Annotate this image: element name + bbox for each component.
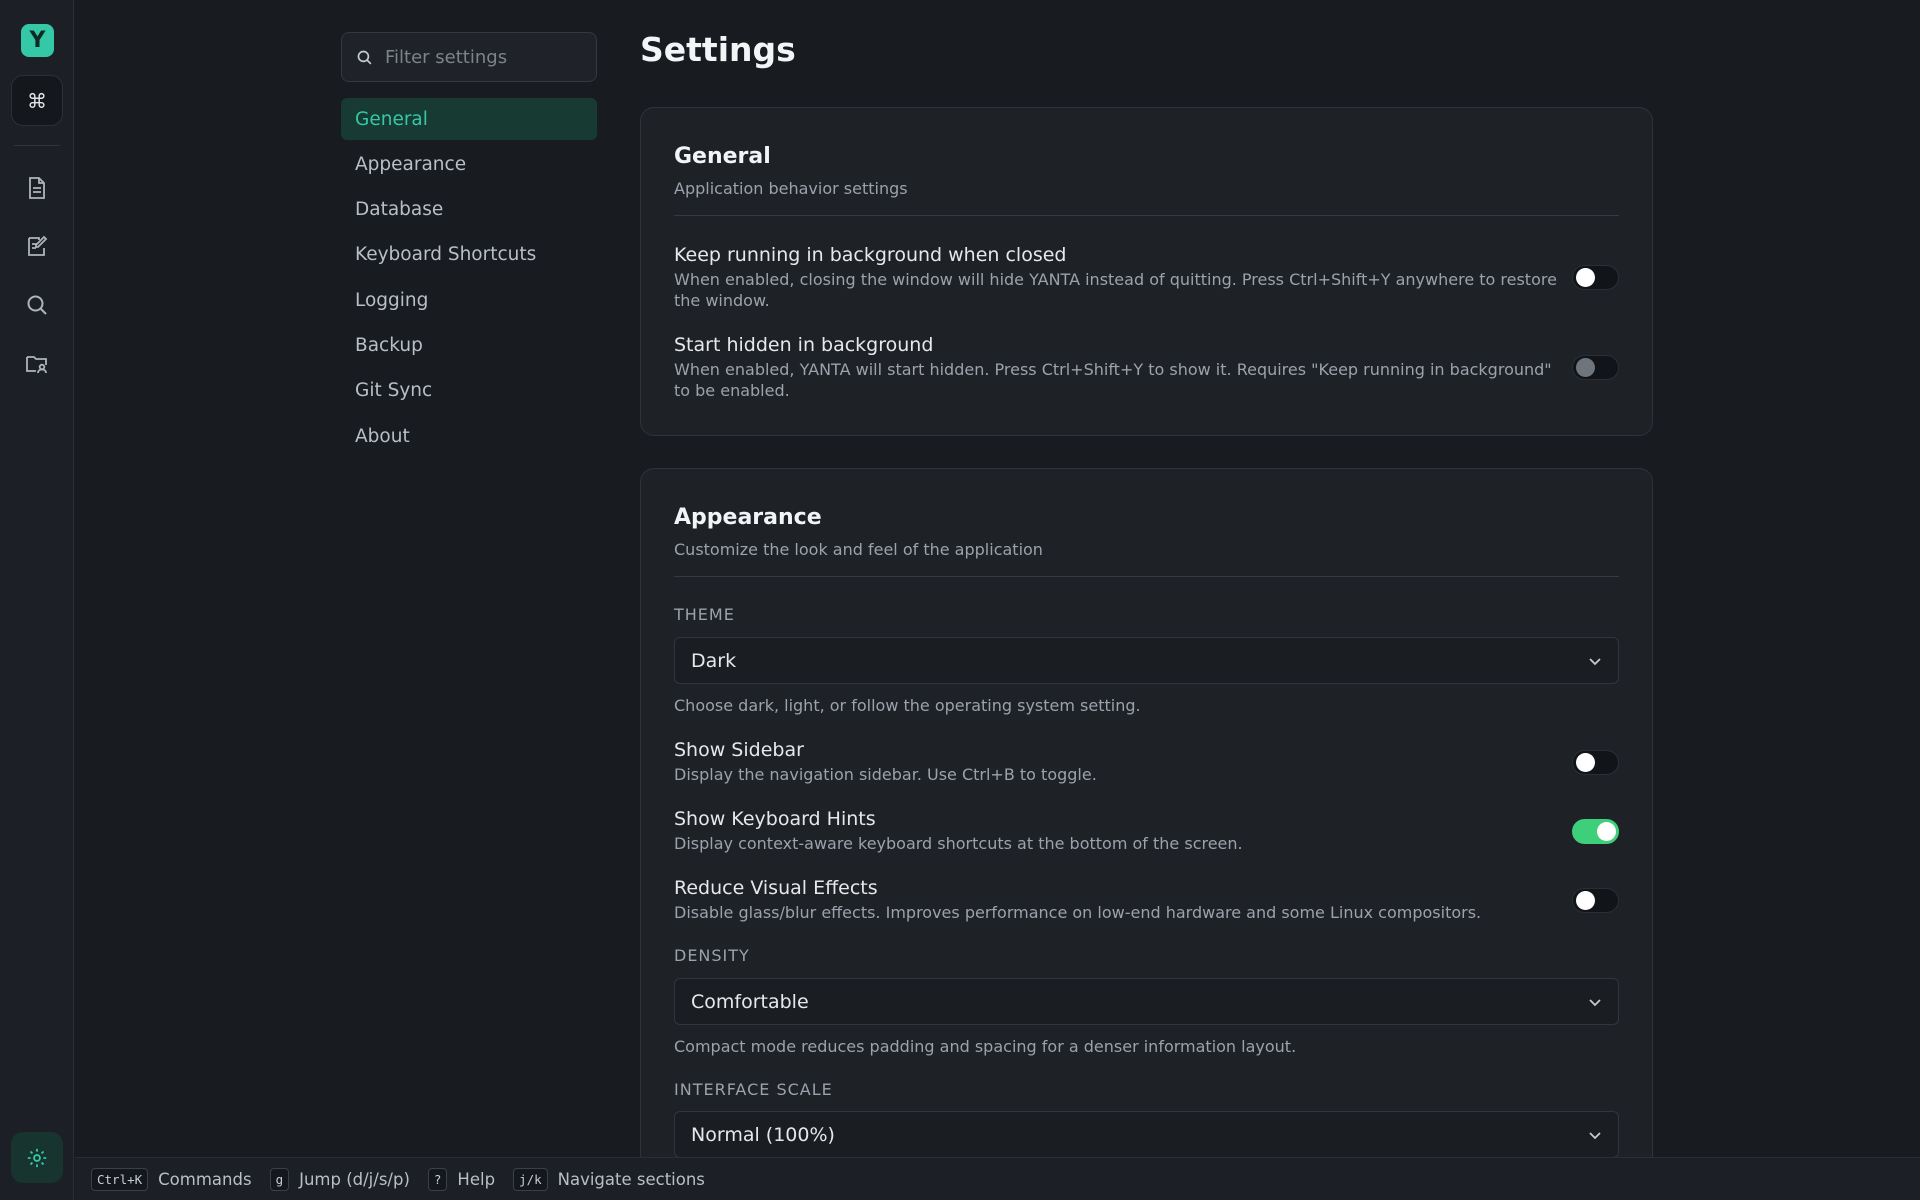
theme-help: Choose dark, light, or follow the operat… (674, 696, 1141, 715)
toggle-knob (1576, 358, 1595, 377)
density-help: Compact mode reduces padding and spacing… (674, 1037, 1297, 1056)
general-subtitle: Application behavior settings (674, 179, 908, 198)
show-keyboard-hints-desc: Display context-aware keyboard shortcuts… (674, 834, 1243, 853)
density-value: Comfortable (691, 990, 809, 1013)
keep-running-toggle[interactable] (1572, 265, 1619, 290)
hint-navigate-sections: Navigate sections (557, 1169, 705, 1189)
nav-item-logging[interactable]: Logging (341, 279, 597, 321)
page-title: Settings (640, 30, 796, 69)
kbd-question: ? (427, 1167, 448, 1191)
hint-help: Help (457, 1169, 496, 1189)
command-palette-button[interactable]: ⌘ (11, 75, 63, 126)
show-sidebar-title: Show Sidebar (674, 739, 804, 761)
nav-item-general[interactable]: General (341, 98, 597, 140)
general-title: General (674, 144, 771, 169)
kbd-g: g (269, 1167, 290, 1191)
toggle-knob (1576, 753, 1595, 772)
start-hidden-title: Start hidden in background (674, 334, 934, 356)
nav-item-about[interactable]: About (341, 415, 597, 457)
gear-icon (27, 1148, 47, 1167)
interface-scale-label: INTERFACE SCALE (674, 1080, 833, 1099)
theme-select[interactable]: Dark (674, 637, 1619, 684)
kbd-j-k: j/k (513, 1167, 548, 1191)
general-card: General Application behavior settings Ke… (640, 107, 1653, 436)
rail-divider (14, 145, 60, 146)
edit-note-icon[interactable] (22, 231, 52, 261)
theme-label: THEME (674, 605, 735, 624)
density-select[interactable]: Comfortable (674, 978, 1619, 1025)
keep-running-title: Keep running in background when closed (674, 244, 1067, 266)
nav-item-git-sync[interactable]: Git Sync (341, 370, 597, 412)
app-rail: Y ⌘ (0, 0, 74, 1200)
hint-commands: Commands (158, 1169, 252, 1189)
folder-user-icon[interactable] (22, 349, 52, 379)
nav-item-appearance[interactable]: Appearance (341, 143, 597, 185)
appearance-subtitle: Customize the look and feel of the appli… (674, 540, 1043, 559)
interface-scale-value: Normal (100%) (691, 1123, 835, 1146)
settings-nav: General Appearance Database Keyboard Sho… (341, 98, 597, 460)
start-hidden-toggle[interactable] (1572, 355, 1619, 380)
hint-jump: Jump (d/j/s/p) (299, 1169, 410, 1189)
reduce-visual-effects-title: Reduce Visual Effects (674, 877, 878, 899)
start-hidden-desc: When enabled, YANTA will start hidden. P… (674, 360, 1552, 400)
toggle-knob (1576, 891, 1595, 910)
reduce-visual-effects-desc: Disable glass/blur effects. Improves per… (674, 903, 1482, 922)
theme-value: Dark (691, 649, 737, 672)
show-sidebar-toggle[interactable] (1572, 750, 1619, 775)
nav-item-backup[interactable]: Backup (341, 324, 597, 366)
show-keyboard-hints-title: Show Keyboard Hints (674, 808, 876, 830)
divider (674, 215, 1619, 216)
search-icon[interactable] (22, 290, 52, 320)
document-icon[interactable] (22, 173, 52, 203)
kbd-ctrl-k: Ctrl+K (91, 1167, 149, 1191)
appearance-card: Appearance Customize the look and feel o… (640, 468, 1653, 1188)
chevron-down-icon (1589, 1131, 1601, 1139)
toggle-knob (1597, 822, 1616, 841)
density-label: DENSITY (674, 946, 750, 965)
nav-item-database[interactable]: Database (341, 189, 597, 231)
divider (674, 576, 1619, 577)
keyboard-hints-bar: Ctrl+K Commands g Jump (d/j/s/p) ? Help … (75, 1157, 1920, 1200)
show-keyboard-hints-toggle[interactable] (1572, 819, 1619, 844)
interface-scale-select[interactable]: Normal (100%) (674, 1111, 1619, 1158)
reduce-visual-effects-toggle[interactable] (1572, 888, 1619, 913)
appearance-title: Appearance (674, 505, 822, 530)
show-sidebar-desc: Display the navigation sidebar. Use Ctrl… (674, 765, 1097, 784)
filter-settings-field[interactable] (341, 32, 597, 82)
search-icon (357, 50, 372, 64)
chevron-down-icon (1589, 657, 1601, 665)
nav-item-keyboard-shortcuts[interactable]: Keyboard Shortcuts (341, 234, 597, 276)
settings-button[interactable] (11, 1132, 63, 1183)
filter-settings-input[interactable] (385, 46, 585, 68)
keep-running-desc: When enabled, closing the window will hi… (674, 270, 1557, 310)
app-logo[interactable]: Y (21, 24, 54, 57)
chevron-down-icon (1589, 998, 1601, 1006)
toggle-knob (1576, 268, 1595, 287)
